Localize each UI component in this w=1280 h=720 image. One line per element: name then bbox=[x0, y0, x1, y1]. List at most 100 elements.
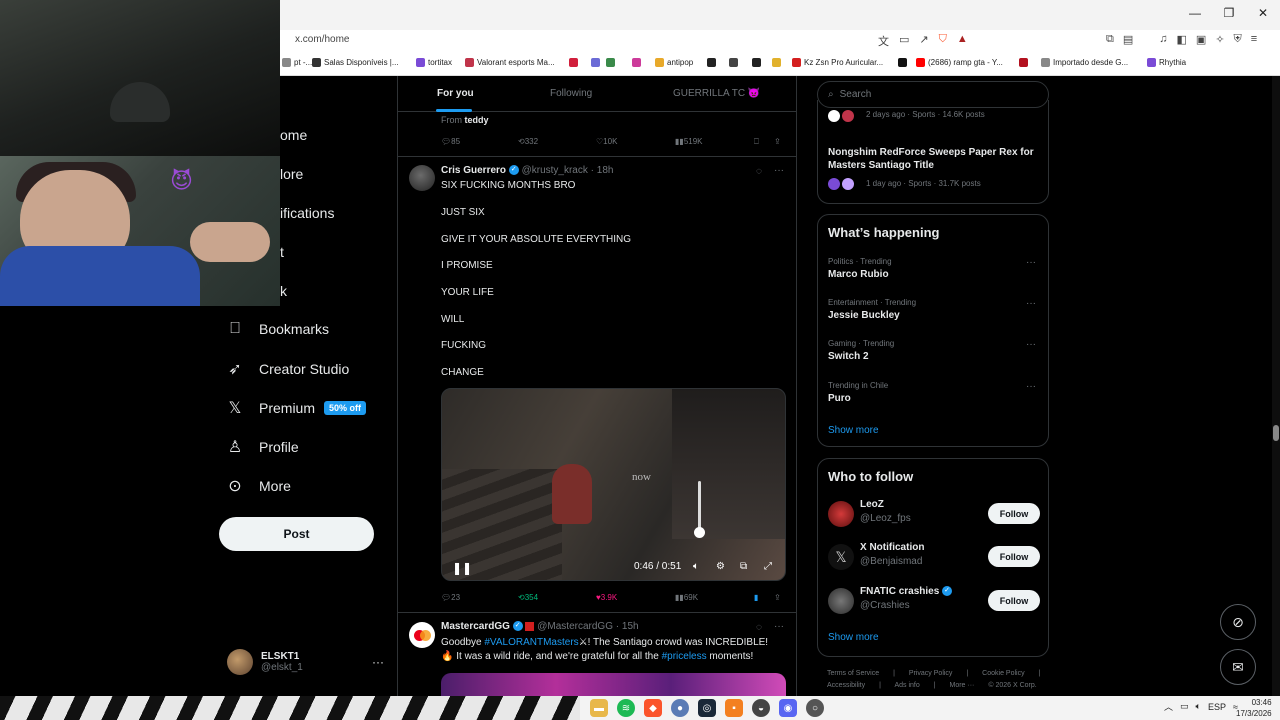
news-headline[interactable]: Nongshim RedForce Sweeps Paper Rex for M… bbox=[828, 146, 1040, 172]
bookmark-item[interactable]: antipop bbox=[655, 58, 693, 67]
show-more-link[interactable]: Show more bbox=[828, 632, 879, 643]
nav-creator-studio[interactable]: ➶ Creator Studio bbox=[226, 359, 349, 379]
trend-more-icon[interactable]: ··· bbox=[1026, 257, 1036, 268]
like-button[interactable]: ♡ 10K bbox=[596, 137, 617, 146]
bookmark-item[interactable] bbox=[606, 58, 615, 67]
share-icon[interactable]: ↗ bbox=[919, 33, 928, 49]
close-window-button[interactable]: ✕ bbox=[1246, 0, 1280, 26]
nav-grok-partial[interactable]: k bbox=[280, 283, 287, 299]
footer-link[interactable]: Privacy Policy bbox=[909, 670, 953, 677]
hashtag-link[interactable]: #priceless bbox=[662, 651, 707, 662]
trend-name[interactable]: Puro bbox=[828, 393, 851, 404]
scrollbar[interactable] bbox=[1272, 76, 1280, 696]
extensions-icon[interactable]: ⧉ bbox=[1106, 33, 1114, 46]
steam-icon[interactable]: ◎ bbox=[698, 699, 716, 717]
leo-icon[interactable]: ✧ bbox=[1215, 33, 1224, 46]
restore-button[interactable]: ❐ bbox=[1212, 0, 1246, 26]
grok-fab[interactable]: ⊘ bbox=[1220, 604, 1256, 640]
music-icon[interactable]: ♫ bbox=[1159, 33, 1167, 46]
bookmark-action-icon[interactable]: ▮ bbox=[754, 593, 758, 602]
tweet-more-icon[interactable]: ··· bbox=[774, 165, 784, 176]
hashtag-link[interactable]: #VALORANTMasters bbox=[484, 637, 578, 648]
bookmark-item[interactable]: pt -... bbox=[282, 58, 312, 67]
brave-shield-icon[interactable]: ⛉ bbox=[939, 33, 947, 49]
discord-icon[interactable]: ◉ bbox=[779, 699, 797, 717]
trend-more-icon[interactable]: ··· bbox=[1026, 381, 1036, 392]
author-name[interactable]: MastercardGG bbox=[441, 621, 510, 632]
minimize-button[interactable]: — bbox=[1178, 0, 1212, 26]
bookmark-item[interactable]: Importado desde G... bbox=[1041, 58, 1128, 67]
menu-icon[interactable]: ≡ bbox=[1251, 33, 1257, 46]
avatar[interactable]: 𝕏 bbox=[828, 544, 854, 570]
views-button[interactable]: ▮▮ 519K bbox=[675, 137, 703, 146]
suggested-name[interactable]: LeoZ bbox=[860, 499, 884, 510]
app-icon[interactable]: ● bbox=[671, 699, 689, 717]
bookmark-item[interactable]: (2686) ramp gta - Y... bbox=[916, 58, 1003, 67]
obs-icon[interactable]: ○ bbox=[806, 699, 824, 717]
bookmark-item[interactable] bbox=[729, 58, 738, 67]
author-handle[interactable]: @MastercardGG bbox=[537, 621, 613, 632]
footer-link[interactable]: Accessibility bbox=[827, 682, 865, 689]
nav-notifications-partial[interactable]: ifications bbox=[280, 205, 334, 221]
translate-icon[interactable]: 文 bbox=[878, 33, 889, 49]
nav-profile[interactable]: ♙ Profile bbox=[226, 437, 299, 457]
tab-for-you[interactable]: For you bbox=[437, 88, 474, 99]
author-name[interactable]: Cris Guerrero bbox=[441, 165, 506, 176]
pause-icon[interactable]: ❚❚ bbox=[452, 561, 472, 575]
footer-link[interactable]: Ads info bbox=[894, 682, 919, 689]
trend-name[interactable]: Switch 2 bbox=[828, 351, 869, 362]
nav-more[interactable]: ⊙ More bbox=[226, 476, 291, 496]
nav-home-partial[interactable]: ome bbox=[280, 127, 307, 143]
messages-fab[interactable]: ✉ bbox=[1220, 649, 1256, 685]
tray-chevron-icon[interactable]: ︿ bbox=[1164, 700, 1173, 713]
cast-icon[interactable]: ▭ bbox=[899, 33, 909, 49]
app-icon[interactable]: ▪ bbox=[725, 699, 743, 717]
fullscreen-icon[interactable]: ⤢ bbox=[764, 561, 772, 572]
share-action-icon[interactable]: ⇪ bbox=[774, 593, 781, 602]
spotify-icon[interactable]: ≋ bbox=[617, 699, 635, 717]
brave-icon[interactable]: ◆ bbox=[644, 699, 662, 717]
bookmark-item[interactable] bbox=[707, 58, 716, 67]
from-user[interactable]: teddy bbox=[465, 115, 489, 125]
account-more-icon[interactable]: ··· bbox=[372, 655, 384, 669]
follow-button[interactable]: Follow bbox=[988, 546, 1040, 567]
clock[interactable]: 03:46 17/3/2026 bbox=[1236, 697, 1272, 719]
follow-button[interactable]: Follow bbox=[988, 590, 1040, 611]
grok-icon[interactable]: ◌ bbox=[756, 622, 762, 633]
avatar[interactable] bbox=[409, 622, 435, 648]
suggested-name[interactable]: FNATIC crashies ✓ bbox=[860, 586, 953, 597]
scrollbar-thumb[interactable] bbox=[1273, 425, 1279, 441]
keyboard-language[interactable]: ESP bbox=[1208, 702, 1226, 712]
nav-explore-partial[interactable]: lore bbox=[280, 166, 303, 182]
repost-button[interactable]: ⟲ 354 bbox=[518, 593, 538, 602]
like-button[interactable]: ♥ 3.9K bbox=[596, 593, 617, 602]
panel-icon[interactable]: ◧ bbox=[1177, 33, 1187, 46]
tab-guerrilla-tc[interactable]: GUERRILLA TC 👿 bbox=[673, 88, 760, 99]
bookmark-item[interactable] bbox=[1019, 58, 1028, 67]
bookmark-item[interactable] bbox=[772, 58, 781, 67]
repost-button[interactable]: ⟲ 332 bbox=[518, 137, 538, 146]
suggested-name[interactable]: X Notification bbox=[860, 542, 924, 553]
bookmark-item[interactable] bbox=[632, 58, 641, 67]
author-handle[interactable]: @krusty_krack bbox=[522, 165, 588, 176]
picture-in-picture-icon[interactable]: ⧉ bbox=[740, 561, 747, 572]
footer-link[interactable]: Terms of Service bbox=[827, 670, 879, 677]
follow-button[interactable]: Follow bbox=[988, 503, 1040, 524]
bookmark-item[interactable] bbox=[898, 58, 907, 67]
grok-icon[interactable]: ◌ bbox=[756, 166, 762, 177]
trend-name[interactable]: Marco Rubio bbox=[828, 269, 889, 280]
trend-name[interactable]: Jessie Buckley bbox=[828, 310, 900, 321]
app-icon[interactable]: ◒ bbox=[752, 699, 770, 717]
tweet-time[interactable]: · 15h bbox=[616, 621, 639, 632]
network-icon[interactable]: ▭ bbox=[1180, 701, 1189, 712]
tab-following[interactable]: Following bbox=[550, 88, 592, 99]
nav-premium[interactable]: 𝕏 Premium 50% off bbox=[226, 398, 367, 418]
show-more-link[interactable]: Show more bbox=[828, 425, 879, 436]
volume-tray-icon[interactable]: 🔈︎ bbox=[1196, 701, 1201, 712]
bookmark-item[interactable]: Kz Zsn Pro Auricular... bbox=[792, 58, 883, 67]
avatar[interactable] bbox=[828, 501, 854, 527]
tweet-time[interactable]: · 18h bbox=[591, 165, 614, 176]
sidebar-icon[interactable]: ▤ bbox=[1123, 33, 1133, 46]
bookmark-item[interactable]: tortitax bbox=[416, 58, 452, 67]
address-bar[interactable]: x.com/home bbox=[295, 34, 349, 45]
